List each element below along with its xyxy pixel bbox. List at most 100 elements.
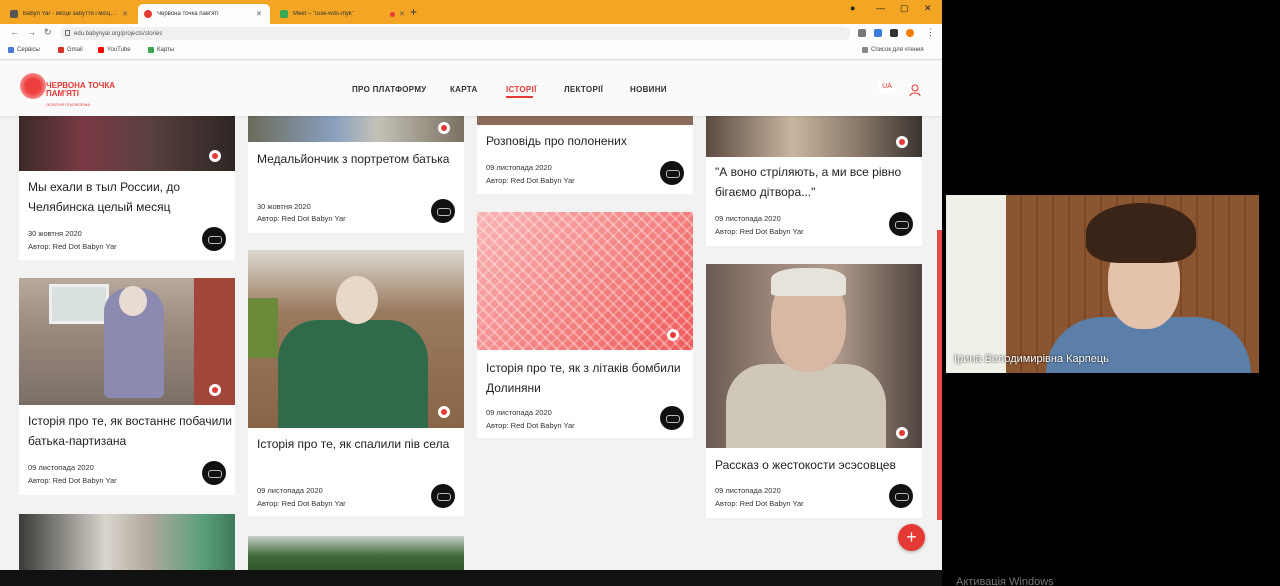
- record-dot-icon: [667, 329, 679, 341]
- story-placeholder-image[interactable]: [477, 212, 693, 350]
- minimize-icon[interactable]: —: [876, 3, 885, 13]
- red-dot-logo-icon[interactable]: [20, 73, 46, 99]
- close-icon[interactable]: ✕: [256, 10, 262, 18]
- nav-map[interactable]: КАРТА: [450, 85, 478, 94]
- tab-meet[interactable]: Meet – "uuw-wds-myk" ✕: [274, 4, 406, 24]
- story-photo[interactable]: [706, 264, 922, 448]
- puzzle-icon[interactable]: [890, 29, 898, 37]
- story-date: 30 жовтня 2020: [257, 202, 311, 211]
- bookmark-gmail[interactable]: Gmail: [58, 47, 83, 53]
- new-tab-icon[interactable]: +: [410, 5, 417, 19]
- story-author: Автор: Red Dot Babyn Yar: [486, 421, 575, 430]
- author-avatar: [431, 199, 455, 223]
- extension-icon[interactable]: [874, 29, 882, 37]
- nav-stories[interactable]: ІСТОРІЇ: [506, 85, 537, 94]
- record-dot-icon: [438, 122, 450, 134]
- author-avatar: [889, 484, 913, 508]
- story-photo[interactable]: [248, 536, 464, 570]
- story-title[interactable]: Історія про те, як з літаків бомбили Дол…: [486, 358, 691, 398]
- author-avatar: [660, 161, 684, 185]
- story-title[interactable]: Рассказ о жестокости эсэсовцев: [715, 455, 920, 475]
- window-shape: [49, 284, 109, 324]
- taskbar: [0, 570, 942, 586]
- bookmark-youtube[interactable]: YouTube: [98, 47, 131, 53]
- story-photo[interactable]: [248, 116, 464, 142]
- hair-shape: [1086, 203, 1196, 263]
- close-icon[interactable]: ✕: [122, 10, 128, 18]
- nav-about[interactable]: ПРО ПЛАТФОРМУ: [352, 85, 427, 94]
- story-date: 09 листопада 2020: [486, 163, 552, 172]
- youtube-icon: [98, 47, 104, 53]
- forward-icon[interactable]: →: [27, 27, 36, 37]
- menu-icon[interactable]: ⋮: [926, 27, 935, 38]
- nav-active-indicator: [506, 96, 533, 98]
- reading-list[interactable]: Список для чтения: [862, 47, 924, 53]
- tab-babyn-yar[interactable]: Babyn Yar - місце забуття і місц… ✕: [4, 4, 134, 24]
- bookmark-maps[interactable]: Карты: [148, 47, 174, 53]
- bookmark-services[interactable]: Сервісы: [8, 47, 40, 53]
- story-card[interactable]: [19, 514, 235, 570]
- author-avatar: [431, 484, 455, 508]
- maximize-icon[interactable]: ▢: [900, 3, 909, 14]
- story-photo[interactable]: [248, 250, 464, 428]
- profile-avatar[interactable]: [906, 29, 914, 37]
- story-title[interactable]: "А воно стріляють, а ми все рівно бігаєм…: [715, 162, 920, 202]
- story-card[interactable]: Історія про те, як з літаків бомбили Дол…: [477, 212, 693, 438]
- nav-news[interactable]: НОВИНИ: [630, 85, 667, 94]
- author-avatar: [202, 461, 226, 485]
- story-author: Автор: Red Dot Babyn Yar: [28, 476, 117, 485]
- story-card[interactable]: "А воно стріляють, а ми все рівно бігаєм…: [706, 116, 922, 246]
- bookmarks-bar: Сервісы Gmail YouTube Карты Список для ч…: [0, 42, 942, 60]
- story-card[interactable]: Історія про те, як востаннє побачили бат…: [19, 278, 235, 495]
- face-shape: [119, 286, 147, 316]
- tab-label: Babyn Yar - місце забуття і місц…: [23, 11, 117, 17]
- close-icon[interactable]: ✕: [399, 10, 405, 18]
- user-icon[interactable]: [908, 83, 922, 97]
- story-photo[interactable]: [19, 278, 235, 405]
- bookmark-label: Gmail: [67, 47, 83, 53]
- red-dot-favicon-icon: [144, 10, 152, 18]
- participant-name: Ірина Володимирівна Карпець: [954, 353, 1109, 365]
- story-title[interactable]: Розповідь про полонених: [486, 131, 691, 151]
- site-header: ЧЕРВОНА ТОЧКА ПАМ'ЯТІ ОСВІТНЯ ПЛАТФОРМА …: [0, 61, 942, 116]
- story-title[interactable]: Медальйончик з портретом батька: [257, 149, 462, 169]
- logo-line-2: ПАМ'ЯТІ: [46, 89, 79, 98]
- story-photo[interactable]: [706, 116, 922, 157]
- site-logo[interactable]: ЧЕРВОНА ТОЧКА ПАМ'ЯТІ: [46, 82, 126, 98]
- nav-lectures[interactable]: ЛЕКТОРІЇ: [564, 85, 603, 94]
- story-card[interactable]: Рассказ о жестокости эсэсовцев 09 листоп…: [706, 264, 922, 518]
- close-window-icon[interactable]: ✕: [924, 3, 932, 14]
- tab-label: Meet – "uuw-wds-myk": [293, 11, 354, 17]
- story-card[interactable]: Мы ехали в тыл России, до Челябинска цел…: [19, 116, 235, 260]
- story-title[interactable]: Мы ехали в тыл России, до Челябинска цел…: [28, 177, 233, 217]
- story-author: Автор: Red Dot Babyn Yar: [715, 227, 804, 236]
- story-author: Автор: Red Dot Babyn Yar: [257, 214, 346, 223]
- add-story-button[interactable]: +: [898, 524, 925, 551]
- story-title[interactable]: Історія про те, як востаннє побачили бат…: [28, 411, 233, 451]
- story-title[interactable]: Історія про те, як спалили пів села: [257, 434, 462, 454]
- back-icon[interactable]: ←: [10, 27, 19, 37]
- site-favicon-icon: [10, 10, 18, 18]
- story-card[interactable]: [248, 536, 464, 570]
- lock-icon: [65, 30, 70, 36]
- apps-icon: [8, 47, 14, 53]
- recording-dot-icon: [390, 11, 395, 17]
- record-dot-icon: [209, 150, 221, 162]
- story-photo[interactable]: [477, 116, 693, 125]
- story-author: Автор: Red Dot Babyn Yar: [715, 499, 804, 508]
- story-date: 09 листопада 2020: [28, 463, 94, 472]
- story-card[interactable]: Медальйончик з портретом батька 30 жовтн…: [248, 116, 464, 233]
- story-card[interactable]: Розповідь про полонених 09 листопада 202…: [477, 116, 693, 194]
- extension-icon[interactable]: [858, 29, 866, 37]
- story-photo[interactable]: [19, 514, 235, 570]
- browser-window: Babyn Yar - місце забуття і місц… ✕ Черв…: [0, 0, 942, 570]
- address-bar[interactable]: edu.babynyar.org/projects/stories: [60, 27, 850, 40]
- language-switch[interactable]: UA: [877, 80, 897, 94]
- story-photo[interactable]: [19, 116, 235, 171]
- reload-icon[interactable]: ↻: [44, 27, 52, 38]
- tab-search-icon[interactable]: ●: [850, 3, 855, 13]
- browser-toolbar: ← → ↻ edu.babynyar.org/projects/stories …: [0, 24, 942, 42]
- story-card[interactable]: Історія про те, як спалили пів села 09 л…: [248, 250, 464, 516]
- tab-red-dot[interactable]: Червона точка пам'яті ✕: [138, 4, 270, 24]
- page-scrollbar[interactable]: [937, 230, 942, 520]
